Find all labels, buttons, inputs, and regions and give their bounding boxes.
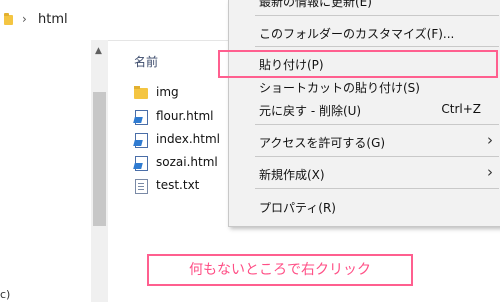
menu-item-give-access[interactable]: アクセスを許可する(G) › [229, 128, 500, 154]
text-file-icon [135, 179, 148, 194]
menu-separator [255, 15, 499, 16]
menu-separator [255, 124, 499, 125]
chevron-right-icon[interactable]: › [22, 12, 27, 26]
list-item[interactable]: flour.html [134, 108, 224, 128]
menu-item-label: ショートカットの貼り付け(S) [259, 81, 420, 95]
file-name: index.html [156, 132, 220, 146]
file-name: img [156, 85, 179, 99]
nav-item-label[interactable]: c) [0, 288, 10, 301]
column-header-name[interactable]: 名前 [134, 53, 158, 70]
list-item[interactable]: test.txt [134, 177, 224, 197]
list-item[interactable]: sozai.html [134, 154, 224, 174]
file-name: sozai.html [156, 155, 218, 169]
menu-item-label: アクセスを許可する(G) [259, 136, 386, 150]
menu-separator [255, 46, 499, 47]
menu-item-undo-delete[interactable]: 元に戻す - 削除(U) Ctrl+Z [229, 96, 500, 122]
scroll-up-icon[interactable]: ▲ [95, 46, 102, 56]
menu-separator [255, 156, 499, 157]
menu-item-refresh[interactable]: 最新の情報に更新(E) [229, 0, 500, 13]
menu-item-new[interactable]: 新規作成(X) › [229, 160, 500, 186]
menu-item-label: プロパティ(R) [259, 201, 336, 215]
menu-item-shortcut: Ctrl+Z [441, 102, 481, 116]
address-path[interactable]: html [38, 12, 68, 27]
menu-item-label: 新規作成(X) [259, 168, 325, 182]
menu-item-label: 元に戻す - 削除(U) [259, 104, 362, 118]
menu-item-customize-folder[interactable]: このフォルダーのカスタマイズ(F)... [229, 19, 500, 45]
folder-icon [134, 86, 148, 99]
html-file-icon [135, 110, 148, 125]
chevron-right-icon: › [487, 163, 493, 181]
html-file-icon [135, 156, 148, 171]
html-file-icon [135, 133, 148, 148]
list-item[interactable]: index.html [134, 131, 224, 151]
menu-separator [255, 188, 499, 189]
menu-item-label: このフォルダーのカスタマイズ(F)... [259, 27, 455, 41]
file-name: flour.html [156, 109, 214, 123]
nav-scrollbar-thumb[interactable] [93, 92, 106, 226]
menu-item-label: 貼り付け(P) [259, 58, 324, 72]
list-item[interactable]: img [134, 84, 224, 104]
menu-item-label: 最新の情報に更新(E) [259, 0, 372, 9]
file-name: test.txt [156, 178, 200, 192]
chevron-right-icon: › [487, 131, 493, 149]
folder-icon [4, 13, 13, 25]
address-bar[interactable]: › html [0, 0, 228, 41]
menu-item-properties[interactable]: プロパティ(R) [229, 193, 500, 219]
context-menu: 最新の情報に更新(E) このフォルダーのカスタマイズ(F)... 貼り付け(P)… [228, 0, 500, 227]
annotation-callout: 何もないところで右クリック [147, 254, 413, 286]
